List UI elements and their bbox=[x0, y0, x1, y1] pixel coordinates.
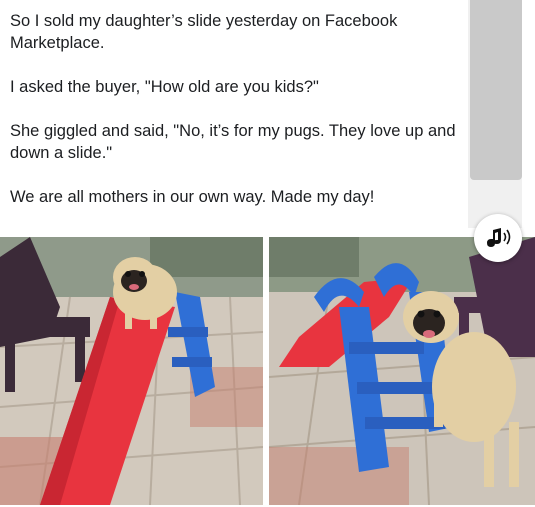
post-line-3: She giggled and said, "No, it’s for my p… bbox=[10, 122, 456, 162]
pug-on-slide-photo bbox=[0, 237, 263, 505]
post-line-2: I asked the buyer, "How old are you kids… bbox=[10, 78, 319, 96]
post-line-1: So I sold my daughter’s slide yesterday … bbox=[10, 12, 398, 52]
post-body: So I sold my daughter’s slide yesterday … bbox=[10, 10, 480, 208]
pug-on-ladder-photo bbox=[269, 237, 535, 505]
audio-toggle-button[interactable] bbox=[474, 214, 522, 262]
speaker-sound-icon bbox=[487, 228, 511, 247]
scrollbar-thumb[interactable] bbox=[470, 0, 522, 180]
post-line-4: We are all mothers in our own way. Made … bbox=[10, 188, 375, 206]
